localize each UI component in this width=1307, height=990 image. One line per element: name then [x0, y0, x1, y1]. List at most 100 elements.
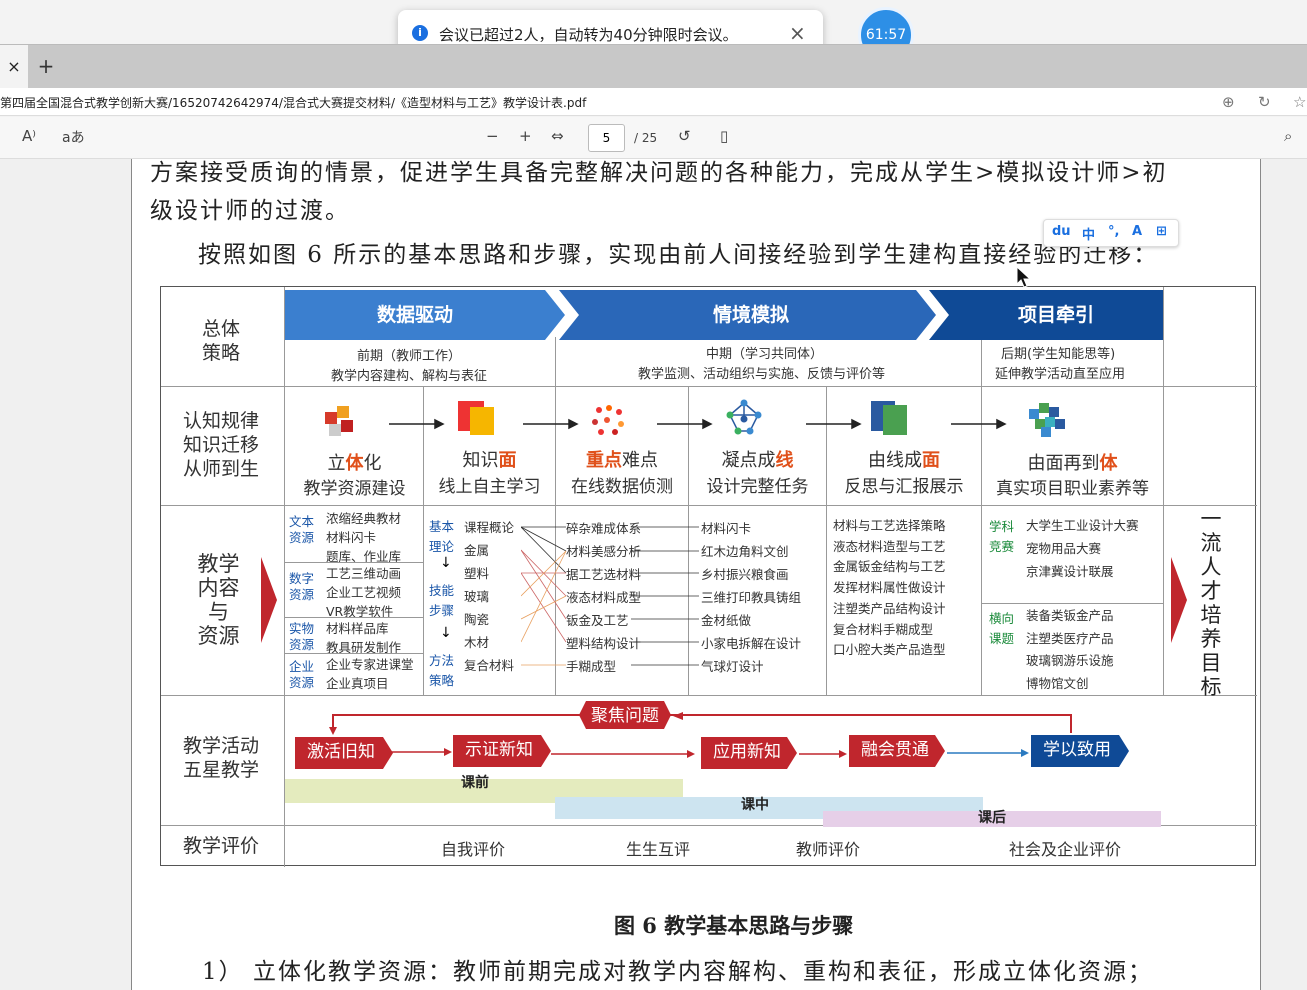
- cog-sub-3: 在线数据侦测: [571, 477, 673, 497]
- row-label-content: 教学 内容 与 资源: [197, 552, 240, 648]
- close-icon[interactable]: ×: [789, 21, 806, 45]
- material-item: 复合材料: [464, 658, 515, 673]
- material-item: 玻璃: [464, 589, 490, 604]
- doc-line-4: 1） 立体化教学资源：教师前期完成对教学内容解构、重构和表征，形成立体化资源；: [202, 959, 1153, 985]
- zoom-in-button[interactable]: +: [519, 127, 532, 145]
- new-tab-button[interactable]: +: [35, 55, 57, 77]
- output-item: 红木边角料文创: [701, 544, 789, 559]
- topic-item: 金属钣金结构与工艺: [833, 559, 946, 575]
- favorite-icon[interactable]: ☆: [1293, 93, 1306, 111]
- cog-sub-1: 教学资源建设: [303, 479, 406, 499]
- res-type-physical: 实物 资源: [289, 621, 315, 652]
- output-item: 气球灯设计: [701, 659, 764, 674]
- material-item: 木材: [464, 635, 490, 650]
- red-arrow-left-icon: [261, 557, 277, 643]
- cog-title-1: 立体化: [327, 453, 382, 474]
- focus-problem: 聚焦问题: [591, 706, 659, 726]
- rotate-icon[interactable]: ↺: [678, 127, 691, 145]
- eval-peer: 生生互评: [626, 840, 691, 859]
- zoom-icon[interactable]: ⊕: [1222, 93, 1235, 111]
- ime-chinese-button[interactable]: 中: [1082, 224, 1095, 243]
- doc-line-2: 级设计师的过渡。: [150, 198, 350, 224]
- search-icon[interactable]: ⌕: [1284, 127, 1292, 145]
- outputs-list: 材料闪卡 红木边角料文创 乡村振兴粮食画 三维打印教具铸组 金材纸做 小家电拆解在设计 气球…: [701, 517, 801, 678]
- zoom-out-button[interactable]: −: [486, 127, 499, 145]
- down-arrow-icon: ↓: [440, 625, 452, 641]
- contest-item: 宠物用品大赛: [1026, 541, 1102, 556]
- topic-item: 液态材料造型与工艺: [833, 538, 946, 554]
- ime-menu-icon[interactable]: ⊞: [1156, 224, 1167, 239]
- step-integrate: 融会贯通: [861, 740, 929, 760]
- step-activate: 激活旧知: [307, 742, 375, 762]
- doc-line-3: 按照如图 6 所示的基本思路和步骤，实现由前人间接经验到学生建构直接经验的迁移：: [198, 242, 1159, 268]
- read-aloud-button[interactable]: A⁾: [22, 127, 36, 145]
- down-arrow-icon: ↓: [440, 555, 452, 571]
- fit-width-icon[interactable]: ⇔: [551, 127, 564, 145]
- address-bar[interactable]: 第四届全国混合式教学创新大赛/16520742642974/混合式大赛提交材料/…: [0, 88, 1307, 116]
- cog-title-5: 由线成面: [868, 450, 940, 471]
- band-project: 项目牵引: [1017, 304, 1094, 326]
- talent-goal: 一流人才培养目标: [1200, 507, 1222, 699]
- ime-skin-icon[interactable]: A: [1132, 224, 1142, 239]
- step-demonstrate: 示证新知: [465, 740, 533, 760]
- band-sub-1a: 前期（教师工作）: [357, 349, 462, 364]
- cog-title-6: 由面再到体: [1027, 453, 1118, 474]
- cog-sub-2: 线上自主学习: [438, 477, 541, 497]
- material-item: 金属: [464, 543, 490, 558]
- band-simulation: 情境模拟: [712, 304, 789, 326]
- page-view-icon[interactable]: ▯: [720, 127, 728, 145]
- translate-button[interactable]: aあ: [62, 127, 85, 147]
- contests-list: 大学生工业设计大赛 宠物用品大赛 京津冀设计联展: [1026, 514, 1139, 583]
- phase-before: 课前: [461, 775, 489, 791]
- connector-lines: [521, 526, 699, 666]
- red-arrow-right-icon: [1171, 557, 1187, 643]
- eval-teacher: 教师评价: [796, 840, 861, 859]
- res-type-text: 文本 资源: [289, 514, 315, 545]
- band-sub-2a: 中期（学习共同体）: [706, 347, 824, 362]
- cursor-icon: [1016, 266, 1032, 288]
- cog-sub-6: 真实项目职业素养等: [996, 479, 1149, 499]
- material-item: 塑料: [464, 566, 490, 581]
- pdf-toolbar: A⁾ aあ − + ⇔ 5 / 25 ↺ ▯ ⌕: [0, 117, 1307, 159]
- ime-logo-icon[interactable]: du: [1052, 224, 1071, 239]
- theory-method: 方法 策略: [429, 653, 455, 688]
- teaching-diagram: 总体 策略 认知规律 知识迁移 从师到生 教学 内容 与 资源 教学活动 五星教…: [160, 286, 1257, 867]
- refresh-icon[interactable]: ↻: [1258, 93, 1271, 111]
- cog-sub-4: 设计完整任务: [706, 477, 809, 497]
- output-item: 乡村振兴粮食画: [701, 567, 789, 582]
- eval-society: 社会及企业评价: [1009, 840, 1122, 859]
- tab-bar: × +: [0, 44, 1307, 89]
- ime-punct-button[interactable]: °,: [1108, 224, 1119, 239]
- phase-after: 课后: [978, 810, 1006, 826]
- project-label: 横向 课题: [989, 611, 1015, 646]
- project-item: 装备类钣金产品: [1026, 608, 1114, 623]
- band-sub-3b: 延伸教学活动直至应用: [995, 367, 1126, 382]
- topic-item: 发挥材料属性做设计: [833, 580, 946, 596]
- res-items-digital: 工艺三维动画 企业工艺视频 VR教学软件: [326, 566, 402, 619]
- contest-item: 京津冀设计联展: [1026, 564, 1114, 579]
- tab-close-button[interactable]: ×: [0, 45, 28, 89]
- url-text[interactable]: 第四届全国混合式教学创新大赛/16520742642974/混合式大赛提交材料/…: [0, 94, 586, 111]
- res-type-enterprise: 企业 资源: [289, 659, 315, 690]
- output-item: 三维打印教具铸组: [701, 590, 802, 605]
- ime-toolbar[interactable]: du 中 °, A ⊞: [1043, 219, 1179, 247]
- eval-self: 自我评价: [441, 840, 506, 859]
- step-apply: 应用新知: [713, 742, 781, 762]
- material-item: 陶瓷: [464, 612, 490, 627]
- band-sub-2b: 教学监测、活动组织与实施、反馈与评价等: [638, 367, 886, 382]
- materials-list: 课程概论金属塑料玻璃陶瓷木材复合材料: [464, 516, 514, 677]
- topic-item: 口小腔大类产品造型: [833, 642, 946, 658]
- cog-title-3: 重点难点: [586, 450, 658, 471]
- info-icon: i: [412, 25, 428, 41]
- output-item: 小家电拆解在设计: [701, 636, 802, 651]
- doc-line-1: 方案接受质询的情景，促进学生具备完整解决问题的各种能力，完成从学生>模拟设计师>…: [150, 160, 1168, 186]
- band-sub-1b: 教学内容建构、解构与表征: [331, 369, 488, 384]
- material-item: 课程概论: [464, 520, 515, 535]
- page-number-input[interactable]: 5: [588, 124, 625, 152]
- cog-title-2: 知识面: [462, 450, 517, 471]
- contest-label: 学科 竞赛: [989, 519, 1015, 554]
- res-type-digital: 数字 资源: [289, 571, 315, 602]
- output-item: 金材纸做: [701, 613, 752, 628]
- cog-title-4: 凝点成线: [721, 450, 794, 471]
- res-items-enterprise: 企业专家进课堂 企业真项目: [326, 657, 414, 691]
